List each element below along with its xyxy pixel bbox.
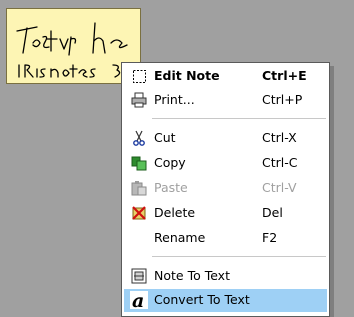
menu-item-delete[interactable]: Delete Del bbox=[124, 202, 327, 224]
scissors-icon bbox=[130, 129, 148, 147]
menu-item-cut[interactable]: Cut Ctrl-X bbox=[124, 127, 327, 149]
menu-item-shortcut: F2 bbox=[262, 230, 278, 245]
note-to-text-icon bbox=[130, 267, 148, 285]
font-a-icon: a bbox=[130, 291, 148, 309]
menu-item-label: Copy bbox=[154, 155, 186, 170]
menu-item-label: Cut bbox=[154, 130, 176, 145]
menu-item-paste[interactable]: Paste Ctrl-V bbox=[124, 177, 327, 199]
menu-item-shortcut: Ctrl+P bbox=[262, 92, 303, 107]
menu-item-label: Print... bbox=[154, 92, 195, 107]
menu-item-copy[interactable]: Copy Ctrl-C bbox=[124, 152, 327, 174]
menu-item-shortcut: Del bbox=[262, 205, 283, 220]
menu-separator bbox=[152, 118, 326, 119]
menu-item-rename[interactable]: Rename F2 bbox=[124, 227, 327, 249]
menu-shadow bbox=[330, 66, 334, 317]
menu-item-shortcut: Ctrl+E bbox=[262, 68, 307, 83]
context-menu: Edit Note Ctrl+E Print... Ctrl+P Cut Ctr… bbox=[121, 62, 330, 317]
menu-item-shortcut: Ctrl-X bbox=[262, 130, 297, 145]
menu-item-label: Delete bbox=[154, 205, 196, 220]
printer-icon bbox=[130, 91, 148, 109]
menu-item-label: Convert To Text bbox=[154, 292, 250, 307]
menu-item-label: Edit Note bbox=[154, 68, 220, 83]
menu-item-shortcut: Ctrl-V bbox=[262, 180, 297, 195]
copy-icon bbox=[130, 154, 148, 172]
menu-item-print[interactable]: Print... Ctrl+P bbox=[124, 89, 327, 111]
edit-note-icon bbox=[130, 67, 148, 85]
svg-text:a: a bbox=[132, 291, 144, 309]
menu-item-label: Paste bbox=[154, 180, 188, 195]
menu-item-label: Note To Text bbox=[154, 268, 230, 283]
menu-item-edit-note[interactable]: Edit Note Ctrl+E bbox=[124, 65, 327, 87]
menu-item-label: Rename bbox=[154, 230, 206, 245]
delete-icon bbox=[130, 204, 148, 222]
menu-separator bbox=[152, 256, 326, 257]
paste-icon bbox=[130, 179, 148, 197]
menu-item-convert-to-text[interactable]: a Convert To Text bbox=[124, 289, 327, 312]
menu-item-note-to-text[interactable]: Note To Text bbox=[124, 265, 327, 287]
menu-item-shortcut: Ctrl-C bbox=[262, 155, 298, 170]
